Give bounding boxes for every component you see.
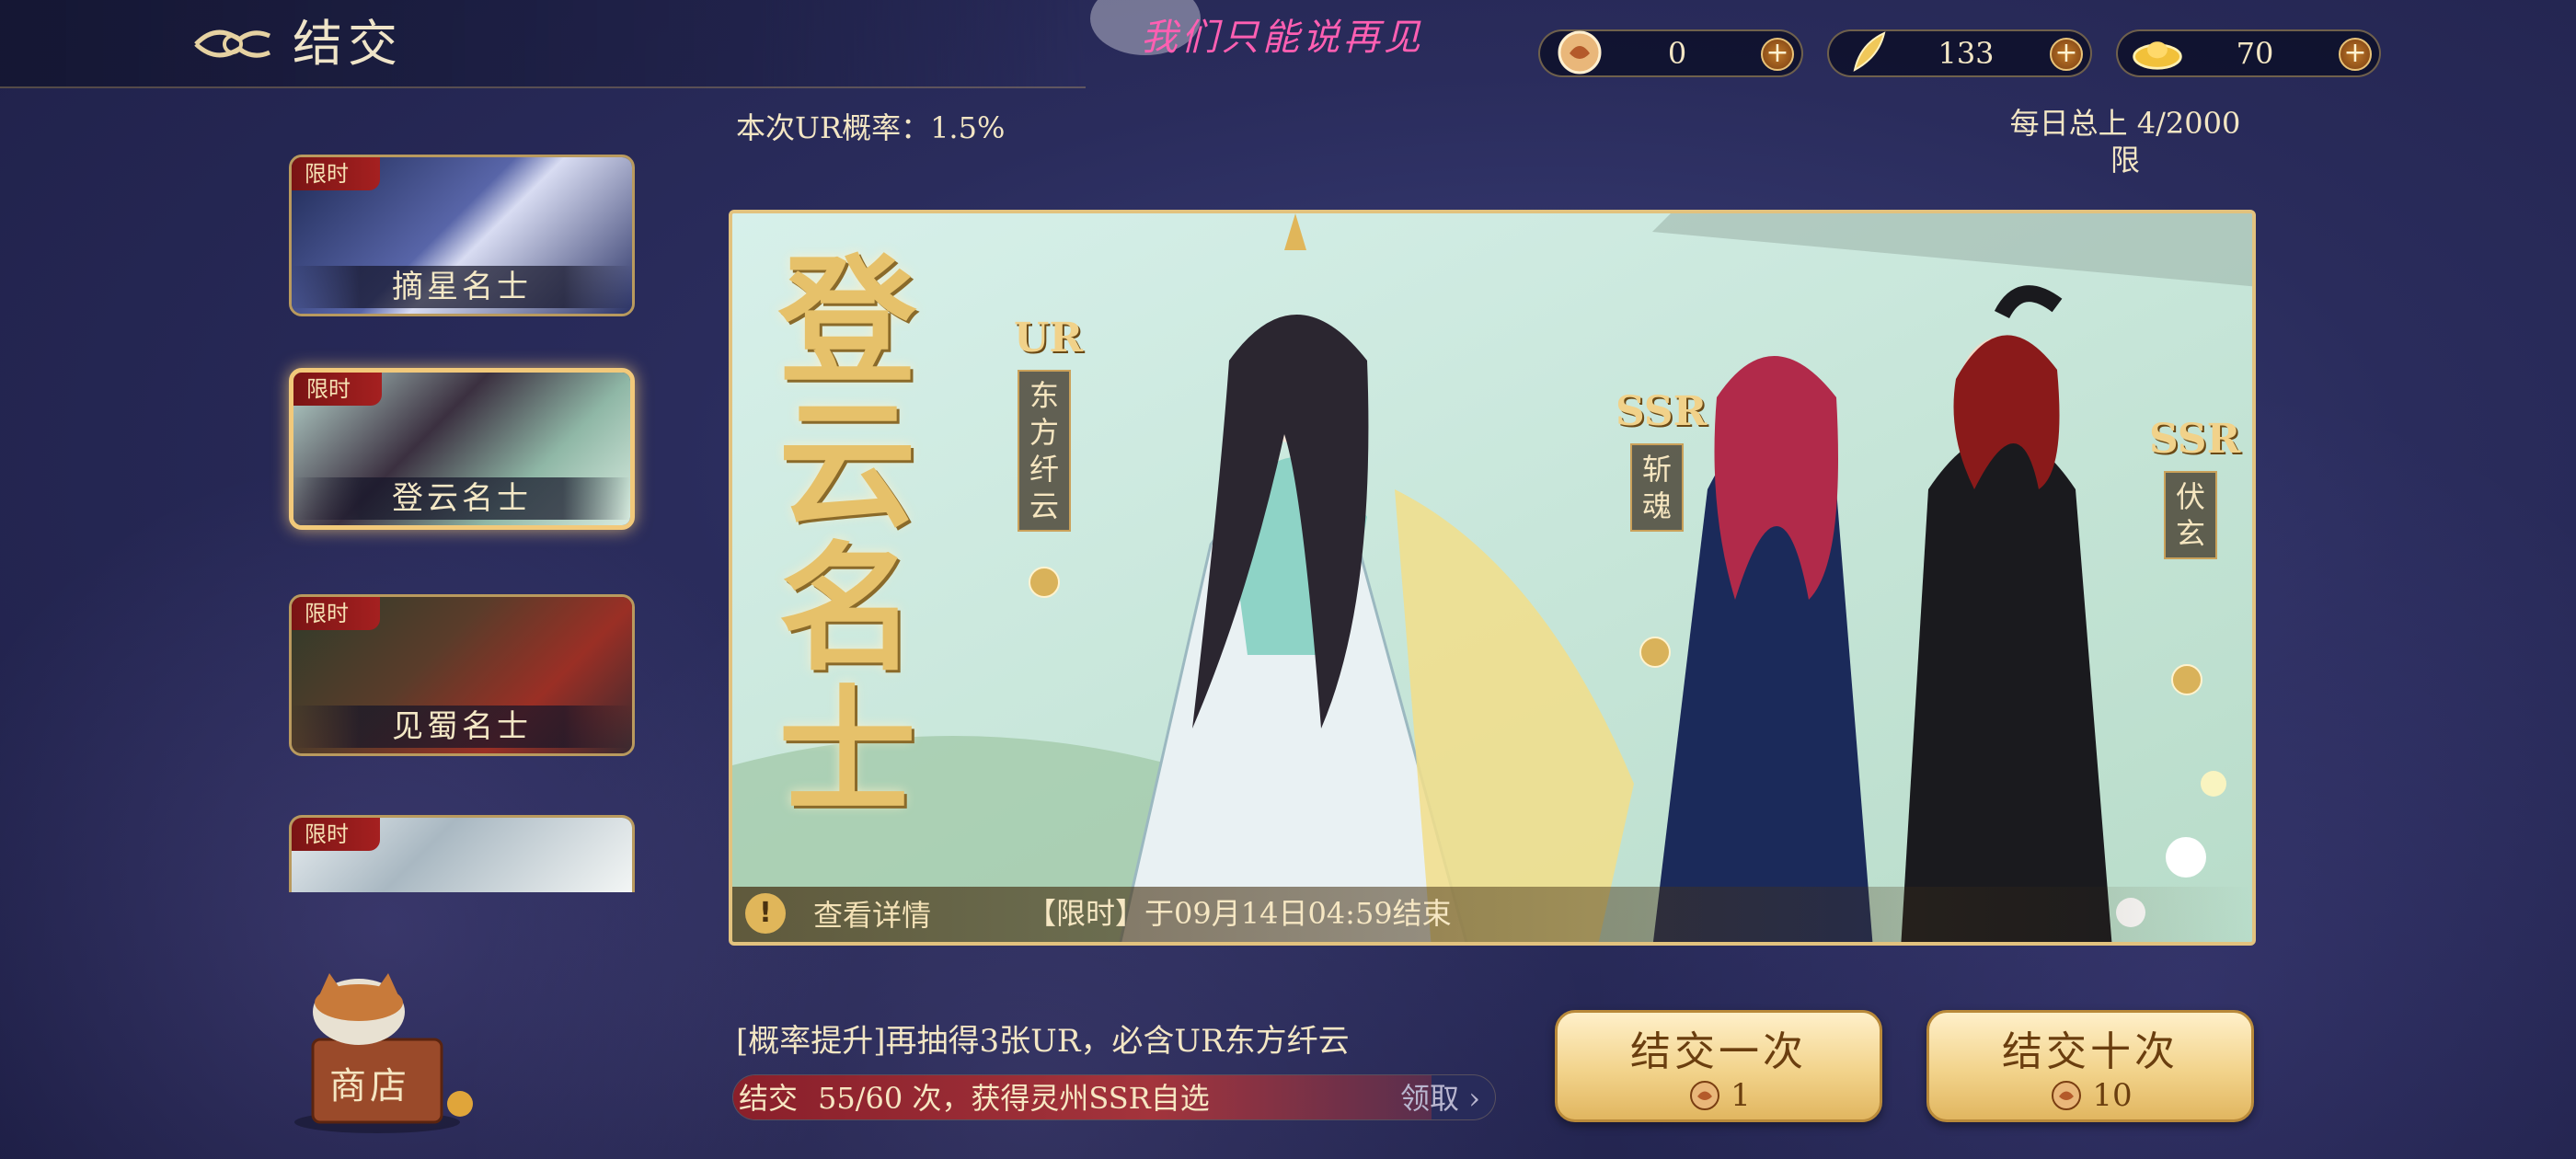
event-name: 摘星名士 bbox=[292, 266, 632, 308]
limited-badge: 限时 bbox=[292, 157, 380, 190]
view-details-label: 查看详情 bbox=[813, 898, 932, 933]
back-button[interactable] bbox=[189, 17, 281, 72]
rarity-label: SSR bbox=[2149, 416, 2241, 463]
currency-value: 133 bbox=[1938, 36, 1995, 71]
info-icon: ! bbox=[745, 893, 786, 934]
add-currency-button[interactable]: + bbox=[2339, 38, 2372, 71]
add-currency-button[interactable]: + bbox=[1761, 38, 1794, 71]
summon-token-icon bbox=[1553, 26, 1606, 79]
event-card-selected[interactable]: 限时 登云名士 bbox=[289, 368, 635, 530]
overlay-caption: 我们只能说再见 bbox=[1141, 17, 1424, 59]
pull-cost-value: 1 bbox=[1731, 1077, 1751, 1114]
page-title: 结交 bbox=[293, 15, 403, 73]
zoom-icon[interactable] bbox=[1029, 567, 1060, 598]
progress-count: 55/60 次，获得灵州SSR自选 bbox=[818, 1081, 1210, 1116]
event-end-time: 【限时】于09月14日04:59结束 bbox=[1027, 896, 1452, 931]
pull-ten-button[interactable]: 结交十次 10 bbox=[1926, 1010, 2254, 1122]
pull-progress-bar: 结交 55/60 次，获得灵州SSR自选 领取 › bbox=[732, 1074, 1496, 1120]
pull-cost: 1 bbox=[1558, 1077, 1880, 1114]
daily-limit-line: 每日总上 4/2000 bbox=[2009, 106, 2241, 141]
featured-character-name: 伏玄 bbox=[2164, 471, 2217, 559]
rarity-label: UR bbox=[1014, 315, 1083, 361]
limited-badge: 限时 bbox=[292, 818, 380, 851]
gold-ingot-icon bbox=[2131, 26, 2184, 79]
summon-token-icon bbox=[2052, 1081, 2082, 1110]
event-card[interactable]: 限时 摘星名士 bbox=[289, 155, 635, 316]
rarity-label: SSR bbox=[1616, 388, 1708, 435]
feather-icon bbox=[1842, 26, 1895, 79]
limited-badge: 限时 bbox=[292, 597, 380, 630]
daily-limit-line: 限 bbox=[2110, 143, 2140, 178]
limited-badge: 限时 bbox=[293, 373, 382, 406]
currency-value: 70 bbox=[2236, 36, 2274, 71]
currency-feather: 133 + bbox=[1827, 29, 2092, 77]
cloud-back-icon bbox=[194, 29, 271, 58]
pull-button-label: 结交十次 bbox=[2002, 1028, 2179, 1075]
shop-cat-icon bbox=[294, 973, 473, 1133]
rate-up-text: [概率提升]再抽得3张UR，必含UR东方纤云 bbox=[736, 1023, 1350, 1060]
shop-button[interactable]: 商店 bbox=[276, 966, 488, 1141]
pull-once-button[interactable]: 结交一次 1 bbox=[1555, 1010, 1882, 1122]
progress-label: 结交 bbox=[739, 1081, 799, 1116]
add-currency-button[interactable]: + bbox=[2050, 38, 2083, 71]
shop-label: 商店 bbox=[329, 1065, 410, 1107]
claim-reward-button[interactable]: 领取 › bbox=[1400, 1075, 1480, 1119]
pull-cost: 10 bbox=[1929, 1077, 2251, 1114]
currency-gold-ingot: 70 + bbox=[2116, 29, 2381, 77]
featured-character-name: 东方纤云 bbox=[1018, 370, 1071, 532]
pull-button-label: 结交一次 bbox=[1630, 1028, 1807, 1075]
view-details-button[interactable]: ! 查看详情 bbox=[745, 892, 1012, 935]
event-name: 见蜀名士 bbox=[292, 706, 632, 748]
currency-summon-token: 0 + bbox=[1538, 29, 1803, 77]
featured-character-name: 斩魂 bbox=[1630, 443, 1684, 532]
zoom-icon[interactable] bbox=[1639, 637, 1671, 668]
zoom-icon[interactable] bbox=[2171, 664, 2202, 695]
pull-cost-value: 10 bbox=[2092, 1077, 2133, 1114]
summon-token-icon bbox=[1690, 1081, 1720, 1110]
event-title: 登云名士 bbox=[778, 241, 917, 833]
event-name: 登云名士 bbox=[293, 477, 630, 520]
top-bar bbox=[0, 0, 1086, 88]
currency-value: 0 bbox=[1667, 36, 1687, 71]
featured-banner[interactable]: 登云名士 UR 东方纤云 SSR 斩魂 SSR 伏玄 ! 查看详情 【限时】于0… bbox=[729, 210, 2256, 946]
event-card[interactable]: 限时 bbox=[289, 815, 635, 892]
event-card[interactable]: 限时 见蜀名士 bbox=[289, 594, 635, 756]
daily-limit-text: 每日总上 4/2000 限 bbox=[1987, 105, 2263, 178]
ur-rate-text: 本次UR概率：1.5% bbox=[736, 110, 1006, 145]
